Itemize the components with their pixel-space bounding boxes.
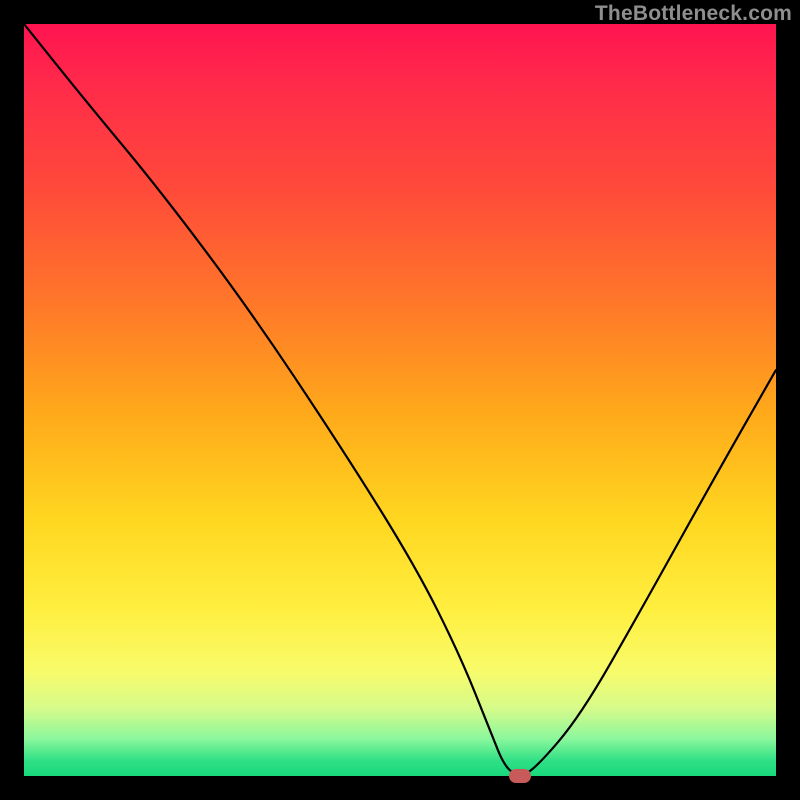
- watermark-text: TheBottleneck.com: [595, 2, 792, 26]
- optimal-point-marker: [509, 769, 531, 783]
- plot-area: [24, 24, 776, 776]
- bottleneck-curve: [24, 24, 776, 776]
- chart-frame: TheBottleneck.com: [0, 0, 800, 800]
